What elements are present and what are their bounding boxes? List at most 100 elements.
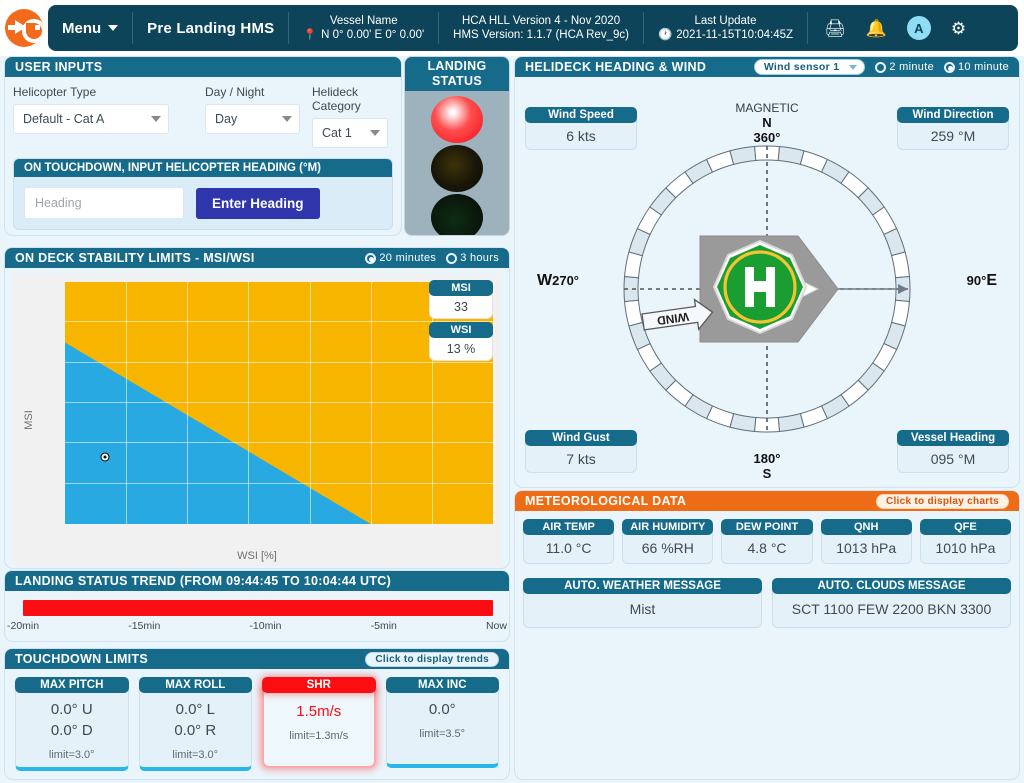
touchdown-limit-card[interactable]: SHR 1.5m/s limit=1.3m/s bbox=[262, 677, 376, 771]
avatar[interactable]: A bbox=[906, 16, 931, 40]
compass-segment bbox=[624, 299, 644, 327]
msi-label: MSI bbox=[429, 280, 493, 296]
touchdown-limit-threshold: limit=3.0° bbox=[172, 749, 219, 761]
wind-gust-card: Wind Gust 7 kts bbox=[525, 430, 637, 473]
chevron-down-icon bbox=[282, 116, 292, 122]
meteo-card: AIR TEMP 11.0 °C bbox=[523, 519, 615, 564]
trend-bar bbox=[23, 600, 493, 616]
bell-icon[interactable]: 🔔 bbox=[866, 20, 887, 37]
meteo-card: QFE 1010 hPa bbox=[919, 519, 1012, 564]
auto-weather-message-value: Mist bbox=[523, 591, 762, 628]
data-point bbox=[101, 453, 109, 461]
lamp-amber-off bbox=[431, 145, 483, 192]
touchdown-limits-panel: TOUCHDOWN LIMITS Click to display trends… bbox=[4, 648, 510, 780]
vessel-position: 📍 N 0° 0.00' E 0° 0.00' bbox=[303, 28, 425, 41]
vessel-name-label: Vessel Name bbox=[329, 14, 398, 27]
wind-speed-label: Wind Speed bbox=[525, 107, 637, 123]
menu-label: Menu bbox=[62, 19, 102, 37]
compass-segment bbox=[890, 251, 910, 279]
menu-button[interactable]: Menu bbox=[48, 5, 132, 51]
touchdown-heading-box: ON TOUCHDOWN, INPUT HELICOPTER HEADING (… bbox=[13, 158, 393, 230]
meteo-cards: AIR TEMP 11.0 °C AIR HUMIDITY 66 %RH DEW POI… bbox=[515, 511, 1019, 564]
stability-chart-title: ON DECK STABILITY LIMITS - MSI/WSI 20 mi… bbox=[5, 248, 509, 268]
radio-20-minutes[interactable]: 20 minutes bbox=[365, 252, 436, 264]
meteo-card: QNH 1013 hPa bbox=[820, 519, 912, 564]
touchdown-limit-body: 0.0° L 0.0° R limit=3.0° bbox=[138, 690, 252, 771]
radio-off-icon bbox=[875, 61, 887, 73]
helideck-circle bbox=[712, 240, 808, 335]
application-root: Menu Pre Landing HMS Vessel Name 📍 N 0° … bbox=[0, 0, 1024, 783]
auto-clouds-message-card: AUTO. CLOUDS MESSAGE SCT 1100 FEW 2200 B… bbox=[772, 578, 1011, 628]
touchdown-limits-title: TOUCHDOWN LIMITS Click to display trends bbox=[5, 649, 509, 669]
touchdown-limit-body: 1.5m/s limit=1.3m/s bbox=[262, 690, 376, 768]
chevron-down-icon bbox=[370, 130, 380, 136]
day-night-field: Day / Night Day bbox=[205, 85, 300, 148]
radio-3-hours[interactable]: 3 hours bbox=[446, 252, 499, 264]
wind-direction-label: Wind Direction bbox=[897, 107, 1009, 123]
touchdown-limit-card[interactable]: MAX PITCH 0.0° U 0.0° D limit=3.0° bbox=[15, 677, 129, 771]
print-icon[interactable]: 🖨 bbox=[824, 20, 846, 37]
trend-axis-label: -5min bbox=[370, 620, 397, 632]
touchdown-limit-label: MAX INC bbox=[385, 677, 499, 693]
radio-10-minute[interactable]: 10 minute bbox=[943, 61, 1009, 73]
location-pin-icon: 📍 bbox=[303, 28, 318, 41]
compass-segment bbox=[777, 413, 805, 433]
lamp-green-off bbox=[431, 194, 483, 235]
meteo-card: DEW POINT 4.8 °C bbox=[721, 519, 813, 564]
display-charts-button[interactable]: Click to display charts bbox=[875, 493, 1009, 509]
magnetic-label: MAGNETIC bbox=[735, 101, 799, 115]
trend-axis-label: -15min bbox=[128, 620, 161, 632]
meteo-card-label: AIR TEMP bbox=[523, 519, 615, 535]
meteo-card-value: 1013 hPa bbox=[820, 532, 912, 564]
touchdown-limit-value-2: 0.0° R bbox=[174, 722, 217, 739]
touchdown-limit-body: 0.0° limit=3.5° bbox=[385, 690, 499, 768]
chevron-down-icon bbox=[849, 64, 858, 70]
chevron-down-icon bbox=[108, 25, 119, 31]
vessel-info: Vessel Name 📍 N 0° 0.00' E 0° 0.00' bbox=[289, 5, 438, 51]
wind-panel-title: HELIDECK HEADING & WIND Wind sensor 1 2 … bbox=[515, 57, 1019, 77]
touchdown-limit-threshold: limit=3.0° bbox=[48, 749, 95, 761]
compass-segment bbox=[705, 150, 735, 173]
touchdown-limit-label: SHR bbox=[262, 677, 376, 693]
landing-status-title: LANDING STATUS bbox=[405, 57, 509, 91]
auto-clouds-message-value: SCT 1100 FEW 2200 BKN 3300 bbox=[772, 591, 1011, 628]
last-update: Last Update 🕐 2021-11-15T10:04:45Z bbox=[644, 5, 807, 51]
user-inputs-fields: Helicopter Type Default - Cat A Day / Ni… bbox=[5, 77, 401, 148]
hca-version: HCA HLL Version 4 - Nov 2020 bbox=[462, 15, 621, 27]
meteorological-data-panel: METEOROLOGICAL DATA Click to display cha… bbox=[514, 490, 1020, 780]
touchdown-limit-label: MAX PITCH bbox=[15, 677, 129, 693]
touchdown-heading-title: ON TOUCHDOWN, INPUT HELICOPTER HEADING (… bbox=[14, 159, 392, 177]
day-night-label: Day / Night bbox=[205, 85, 265, 99]
touchdown-limit-value: 0.0° U bbox=[50, 701, 93, 718]
trend-axis-labels: -20min -15min -10min -5min Now bbox=[7, 620, 507, 632]
meteo-card-label: QNH bbox=[820, 519, 912, 535]
last-update-label: Last Update bbox=[694, 14, 757, 27]
wind-sensor-select[interactable]: Wind sensor 1 bbox=[753, 59, 866, 75]
compass-segment bbox=[624, 251, 644, 279]
wind-direction-value: 259 °M bbox=[897, 120, 1009, 150]
gear-icon[interactable]: ⚙ bbox=[951, 20, 966, 37]
touchdown-limit-card[interactable]: MAX ROLL 0.0° L 0.0° R limit=3.0° bbox=[138, 677, 252, 771]
helicopter-type-select[interactable]: Default - Cat A bbox=[13, 104, 169, 134]
helideck-category-select[interactable]: Cat 1 bbox=[312, 118, 388, 148]
trend-title: LANDING STATUS TREND (FROM 09:44:45 TO 1… bbox=[5, 571, 509, 591]
meteo-messages: AUTO. WEATHER MESSAGE Mist AUTO. CLOUDS … bbox=[515, 564, 1019, 628]
day-night-select[interactable]: Day bbox=[205, 104, 300, 134]
trend-axis-label: -10min bbox=[249, 620, 282, 632]
landing-status-trend-panel: LANDING STATUS TREND (FROM 09:44:45 TO 1… bbox=[4, 570, 510, 642]
radio-2-minute[interactable]: 2 minute bbox=[875, 61, 934, 73]
radio-off-icon bbox=[446, 252, 458, 264]
compass-rose: WIND bbox=[623, 145, 911, 433]
meteo-card-label: QFE bbox=[919, 519, 1012, 535]
last-update-value: 🕐 2021-11-15T10:04:45Z bbox=[657, 28, 794, 41]
heading-input[interactable]: Heading bbox=[24, 187, 184, 219]
display-trends-button[interactable]: Click to display trends bbox=[365, 651, 499, 667]
enter-heading-button[interactable]: Enter Heading bbox=[196, 187, 320, 219]
touchdown-limit-card[interactable]: MAX INC 0.0° limit=3.5° bbox=[385, 677, 499, 771]
header-action-icons: 🖨 🔔 A ⚙ bbox=[808, 5, 982, 51]
helicopter-type-label: Helicopter Type bbox=[13, 85, 97, 99]
meteo-card-label: AIR HUMIDITY bbox=[622, 519, 714, 535]
radio-on-icon bbox=[365, 252, 377, 264]
auto-weather-message-label: AUTO. WEATHER MESSAGE bbox=[523, 578, 762, 594]
radio-on-icon bbox=[943, 61, 955, 73]
